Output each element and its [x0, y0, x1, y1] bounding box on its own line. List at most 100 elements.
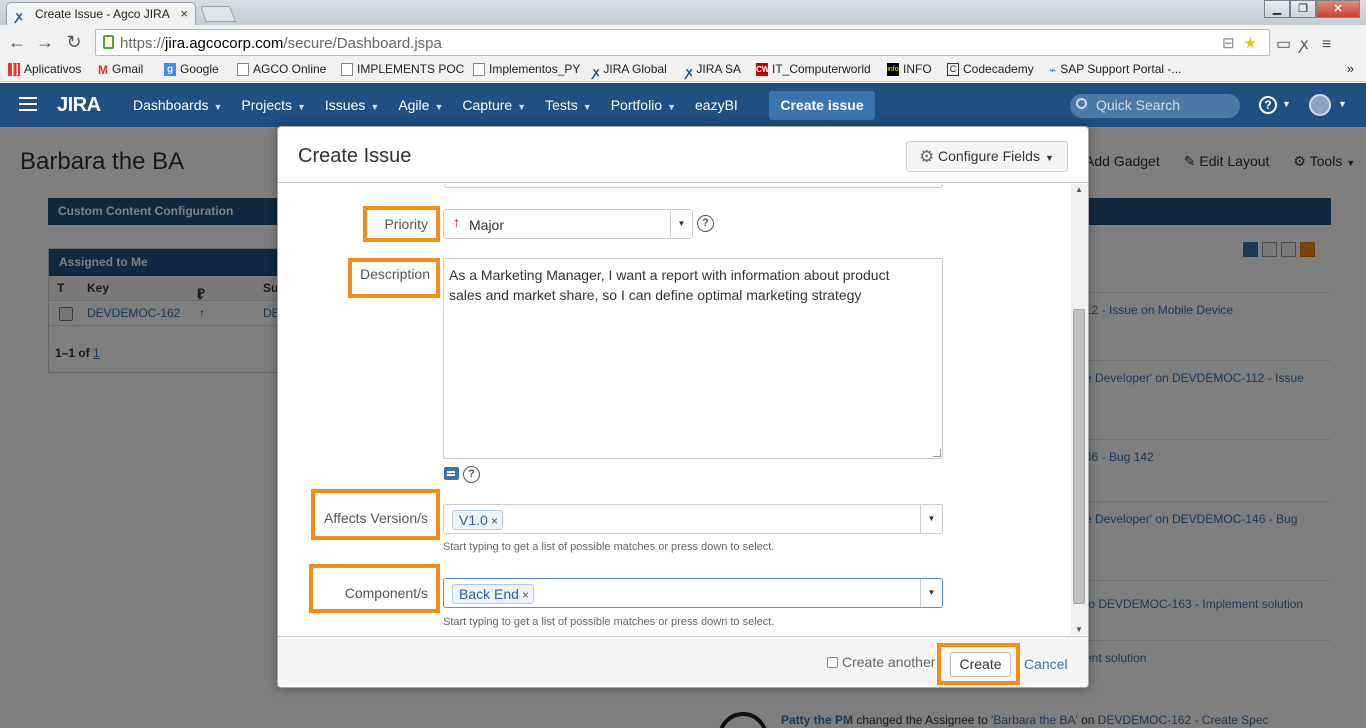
chevron-down-icon: ▼ — [582, 102, 592, 112]
chevron-down-icon: ▼ — [517, 102, 527, 112]
search-icon — [1076, 98, 1087, 109]
extension-icons: ▭ ꭗ ≡ — [1276, 32, 1331, 54]
bookmark-google[interactable]: g Google — [164, 62, 219, 76]
nav-issues[interactable]: Issues ▼ — [325, 97, 379, 113]
forward-arrow-icon[interactable]: → — [34, 31, 56, 53]
new-tab-button[interactable] — [200, 6, 236, 22]
page-icon — [237, 62, 249, 76]
codecademy-icon: C — [947, 62, 959, 76]
create-issue-dialog: Create Issue ⚙ Configure Fields ▼ Priorit… — [277, 126, 1089, 688]
jira-header: JIRA Dashboards ▼ Projects ▼ Issues ▼ Agile… — [0, 83, 1366, 127]
chrome-menu-icon[interactable]: ≡ — [1322, 36, 1331, 53]
help-icon[interactable]: ? — [697, 215, 714, 232]
remove-icon[interactable]: × — [522, 588, 529, 602]
dialog-title: Create Issue — [298, 145, 412, 167]
bookmark-agco-online[interactable]: AGCO Online — [237, 62, 326, 76]
google-icon: g — [164, 62, 176, 76]
url-host: jira.agcocorp.com — [165, 35, 284, 52]
chevron-down-icon: ▼ — [370, 102, 380, 112]
chevron-down-icon[interactable]: ▼ — [670, 210, 692, 238]
nav-agile[interactable]: Agile ▼ — [398, 97, 443, 113]
info-icon: info — [887, 62, 899, 76]
component-multiselect[interactable]: Back End × ▼ — [443, 578, 943, 608]
user-avatar[interactable] — [1309, 94, 1331, 116]
affects-version-multiselect[interactable]: V1.0 × ▼ — [443, 504, 943, 534]
description-label: Description — [359, 266, 430, 282]
chevron-down-icon: ▼ — [434, 102, 444, 112]
close-window-icon[interactable]: ✕ — [1316, 0, 1360, 18]
cast-icon[interactable]: ▭ — [1276, 36, 1291, 53]
scroll-up-icon[interactable]: ▲ — [1075, 185, 1083, 194]
bookmark-info[interactable]: info INFO — [887, 62, 932, 76]
dialog-body: Priority ↑ Major ▼ ? Description As a Ma… — [278, 184, 1088, 635]
scrollbar-thumb[interactable] — [1073, 309, 1085, 604]
dialog-scrollbar[interactable]: ▲ ▼ — [1071, 184, 1088, 635]
help-icon[interactable]: ? — [463, 466, 480, 483]
nav-projects[interactable]: Projects ▼ — [241, 97, 306, 113]
nav-capture[interactable]: Capture ▼ — [462, 97, 526, 113]
description-textarea[interactable]: As a Marketing Manager, I want a report … — [443, 258, 943, 459]
bookmark-gmail[interactable]: M Gmail — [98, 62, 143, 77]
main-nav: Dashboards ▼ Projects ▼ Issues ▼ Agile ▼ Cap… — [133, 83, 757, 127]
version-chip[interactable]: V1.0 × — [452, 510, 503, 530]
bookmark-implementos-py[interactable]: Implementos_PY — [473, 62, 580, 76]
chevron-down-icon: ▼ — [213, 102, 223, 112]
priority-select[interactable]: ↑ Major ▼ — [443, 209, 693, 239]
back-arrow-icon[interactable]: ← — [6, 31, 28, 53]
bookmark-jira-sa[interactable]: ꭗ JIRA SA — [686, 62, 741, 79]
resize-handle[interactable] — [933, 449, 941, 457]
window-controls: ▁ ❐ ✕ — [1264, 0, 1360, 18]
create-button[interactable]: Create — [950, 652, 1011, 677]
sap-icon: ⌁ — [1049, 62, 1057, 77]
translate-icon[interactable]: ⊟ — [1222, 35, 1244, 52]
apps-icon — [8, 62, 20, 76]
quick-search-input[interactable]: Quick Search — [1070, 94, 1240, 118]
jira-extension-icon[interactable]: ꭗ — [1300, 36, 1308, 53]
bookmark-star-icon[interactable]: ★ — [1244, 35, 1266, 52]
app-switcher-icon[interactable] — [19, 97, 37, 111]
nav-portfolio[interactable]: Portfolio ▼ — [611, 97, 676, 113]
tab-title: Create Issue - Agco JIRA — [35, 7, 170, 21]
address-bar[interactable]: https://jira.agcocorp.com/secure/Dashboa… — [95, 29, 1270, 56]
affects-version-hint: Start typing to get a list of possible m… — [443, 541, 775, 553]
bookmark-implements-poc[interactable]: IMPLEMENTS POC — [341, 62, 464, 76]
chevron-down-icon: ▼ — [1338, 99, 1347, 109]
browser-tab[interactable]: ꭗ Create Issue - Agco JIRA × — [6, 2, 196, 25]
text-mode-icon[interactable] — [444, 467, 459, 480]
bookmarks-overflow-icon[interactable]: » — [1347, 61, 1354, 76]
create-another-toggle[interactable]: Create another — [827, 654, 935, 670]
component-chip[interactable]: Back End × — [452, 584, 534, 604]
bookmark-jira-global[interactable]: ꭗ JIRA Global — [593, 62, 667, 79]
create-issue-button[interactable]: Create issue — [769, 91, 875, 120]
jira-favicon-icon: ꭗ — [16, 9, 23, 23]
remove-icon[interactable]: × — [491, 514, 498, 528]
chevron-down-icon[interactable]: ▼ — [920, 579, 942, 607]
reload-icon[interactable]: ↻ — [63, 31, 85, 53]
priority-major-icon: ↑ — [453, 214, 460, 230]
tab-close-icon[interactable]: × — [180, 6, 188, 21]
scroll-down-icon[interactable]: ▼ — [1075, 625, 1083, 634]
nav-tests[interactable]: Tests ▼ — [545, 97, 592, 113]
nav-dashboards[interactable]: Dashboards ▼ — [133, 97, 222, 113]
create-another-checkbox[interactable] — [827, 656, 838, 668]
page-icon — [341, 62, 353, 76]
gear-icon: ⚙ — [919, 147, 935, 166]
bookmark-apps[interactable]: Aplicativos — [8, 62, 81, 76]
bookmark-it-computerworld[interactable]: CW IT_Computerworld — [756, 62, 871, 76]
address-bar-icons: ⊟★ — [1222, 34, 1266, 52]
browser-tab-strip: ꭗ Create Issue - Agco JIRA × ▁ ❐ ✕ — [0, 0, 1366, 25]
jira-logo[interactable]: JIRA — [57, 94, 101, 117]
cancel-link[interactable]: Cancel — [1024, 656, 1068, 672]
chevron-down-icon[interactable]: ▼ — [920, 505, 942, 533]
previous-field-edge — [444, 184, 943, 188]
bookmark-sap-support[interactable]: ⌁ SAP Support Portal -... — [1049, 62, 1181, 77]
minimize-icon[interactable]: ▁ — [1264, 0, 1290, 18]
configure-fields-button[interactable]: ⚙ Configure Fields ▼ — [906, 141, 1068, 172]
help-icon[interactable]: ? — [1259, 96, 1277, 114]
component-label: Component/s — [344, 585, 428, 601]
maximize-icon[interactable]: ❐ — [1290, 0, 1316, 18]
lock-icon — [103, 35, 114, 49]
jira-icon: ꭗ — [686, 64, 693, 79]
bookmark-codecademy[interactable]: C Codecademy — [947, 62, 1034, 76]
nav-eazybi[interactable]: eazyBI — [695, 97, 738, 113]
